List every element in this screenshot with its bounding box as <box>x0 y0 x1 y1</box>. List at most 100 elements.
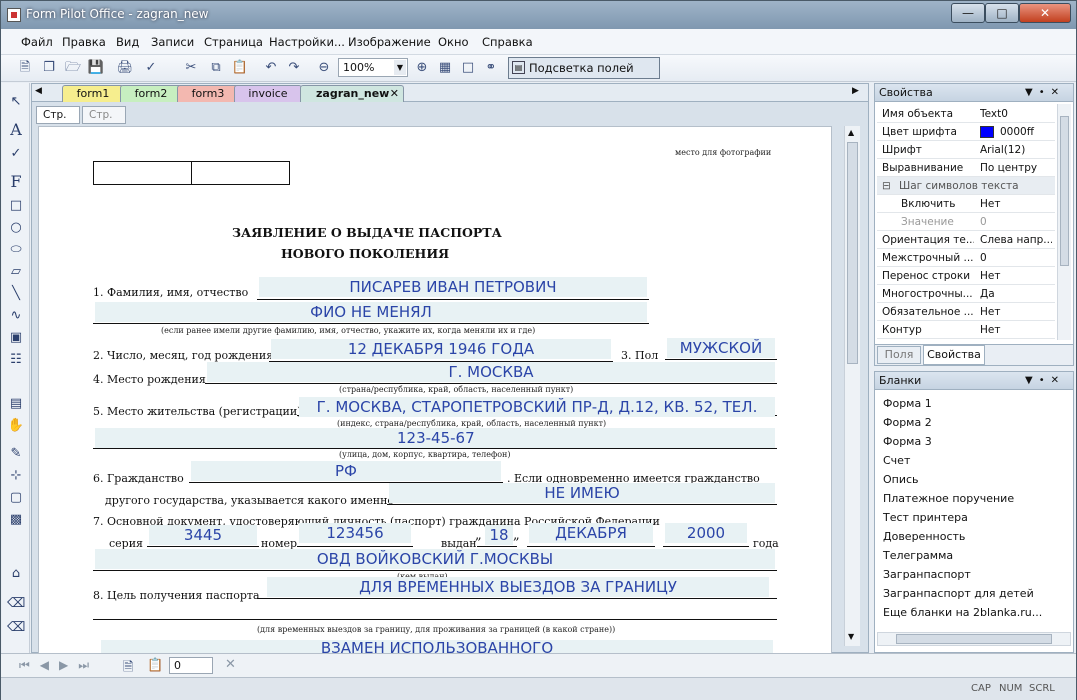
stamp-tool-icon[interactable]: ⌂ <box>7 565 25 583</box>
field-reason[interactable]: ВЗАМЕН ИСПОЛЬЗОВАННОГО <box>101 640 773 653</box>
field-issue-day[interactable]: 18 <box>485 525 513 545</box>
prop-row[interactable]: Выравнивание По центру <box>877 159 1055 177</box>
collapse-icon[interactable]: ⊟ <box>882 177 891 195</box>
blank-item[interactable]: Доверенность <box>883 530 965 543</box>
scroll-up-icon[interactable]: ▲ <box>848 128 854 137</box>
field-dob[interactable]: 12 ДЕКАБРЯ 1946 ГОДА <box>271 339 611 359</box>
blank-item[interactable]: Форма 3 <box>883 435 932 448</box>
record-list-icon[interactable]: 📋 <box>147 658 163 673</box>
save-icon[interactable]: 💾 <box>86 58 106 78</box>
print-icon[interactable]: 🖨 <box>115 58 135 78</box>
clear-tool-icon[interactable]: ⌫ <box>7 619 25 637</box>
crop-tool-icon[interactable]: ⊹ <box>7 467 25 485</box>
prop-value[interactable]: Нет <box>980 267 1052 285</box>
pane-controls-icon[interactable]: ▼•✕ <box>1025 372 1065 389</box>
field-series[interactable]: 3445 <box>149 525 257 545</box>
blank-item[interactable]: Тест принтера <box>883 511 968 524</box>
prop-value[interactable]: Да <box>980 285 1052 303</box>
tab-zagran-new[interactable]: zagran_new ✕ <box>300 85 404 102</box>
color-swatch[interactable] <box>980 126 994 138</box>
field-issue-year[interactable]: 2000 <box>665 523 747 543</box>
menu-file[interactable]: Файл <box>21 35 53 49</box>
hand-tool-icon[interactable]: ✋ <box>7 417 25 435</box>
tab-fields[interactable]: Поля <box>877 346 921 364</box>
open-icon[interactable]: 🗁 <box>63 58 83 78</box>
highlight-fields-button[interactable]: ▤Подсветка полей ввода <box>508 57 660 95</box>
field-address[interactable]: Г. МОСКВА, СТАРОПЕТРОВСКИЙ ПР-Д, Д.12, К… <box>299 397 775 417</box>
tab-form2[interactable]: form2 <box>120 85 182 102</box>
field-issuer[interactable]: ОВД ВОЙКОВСКИЙ Г.МОСКВЫ <box>95 549 775 569</box>
prop-value[interactable]: По центру <box>980 159 1052 177</box>
page-tab-1[interactable]: Стр. 1 <box>36 106 80 137</box>
mouse-icon[interactable]: ⚭ <box>481 58 501 78</box>
check-tool-icon[interactable]: ✓ <box>7 145 25 163</box>
cut-icon[interactable]: ✂ <box>181 58 201 78</box>
nav-arrows-icon[interactable]: ⏮◀▶⏭ <box>19 658 99 673</box>
prop-row[interactable]: Значение 0 <box>877 213 1055 231</box>
pointer-tool-icon[interactable]: ↖ <box>7 93 25 111</box>
field-sex[interactable]: МУЖСКОЙ <box>667 338 775 358</box>
eraser-tool-icon[interactable]: ⌫ <box>7 595 25 613</box>
prop-value[interactable]: 0 <box>980 249 1052 267</box>
close-button[interactable]: ✕ <box>1019 3 1071 23</box>
menu-records[interactable]: Записи <box>151 35 194 49</box>
undo-icon[interactable]: ↶ <box>261 58 281 78</box>
field-purpose[interactable]: ДЛЯ ВРЕМЕННЫХ ВЫЕЗДОВ ЗА ГРАНИЦУ <box>267 577 769 597</box>
menu-settings[interactable]: Настройки... <box>269 35 345 49</box>
prop-row[interactable]: Контур Нет <box>877 321 1055 339</box>
blanks-hscrollbar[interactable] <box>877 632 1071 646</box>
prop-row[interactable]: Имя объекта Text0 <box>877 105 1055 123</box>
tab-properties[interactable]: Свойства <box>923 345 985 365</box>
redo-icon[interactable]: ↷ <box>284 58 304 78</box>
prop-value[interactable]: Нет <box>980 303 1052 321</box>
field-fio-changes[interactable]: ФИО НЕ МЕНЯЛ <box>95 302 647 322</box>
ellipse-tool-icon[interactable]: ⬭ <box>7 241 25 259</box>
prop-value[interactable]: 0000ff <box>980 123 1052 141</box>
blank-item[interactable]: Телеграмма <box>883 549 953 562</box>
record-number-input[interactable]: 0 <box>169 657 213 674</box>
close-tab-icon[interactable]: ✕ <box>390 86 399 101</box>
scrollbar-thumb[interactable] <box>1060 116 1069 266</box>
menu-view[interactable]: Вид <box>116 35 139 49</box>
prop-row[interactable]: Обязательное ... Нет <box>877 303 1055 321</box>
zoom-select[interactable]: 100% ▼ <box>338 58 408 77</box>
prop-row[interactable]: Многострочны... Да <box>877 285 1055 303</box>
select-area-icon[interactable]: □ <box>458 58 478 78</box>
frame-tool-icon[interactable]: ▢ <box>7 489 25 507</box>
fill-tool-icon[interactable]: ▩ <box>7 511 25 529</box>
prop-group[interactable]: ⊟ Шаг символов текста <box>877 177 1055 195</box>
prop-value[interactable]: Слева напр... <box>980 231 1052 249</box>
blank-item[interactable]: Счет <box>883 454 910 467</box>
pane-controls-icon[interactable]: ▼•✕ <box>1025 84 1065 101</box>
menu-window[interactable]: Окно <box>438 35 469 49</box>
scrollbar-thumb[interactable] <box>847 142 858 364</box>
prop-row[interactable]: Межстрочный ... 0 <box>877 249 1055 267</box>
prop-row[interactable]: Шрифт Arial(12) <box>877 141 1055 159</box>
new-icon[interactable]: 🗎 <box>15 58 35 78</box>
prop-row[interactable]: Цвет шрифта 0000ff <box>877 123 1055 141</box>
prop-row[interactable]: Ориентация те... Слева напр... <box>877 231 1055 249</box>
tab-form1[interactable]: form1 <box>62 85 124 102</box>
field-phone[interactable]: 123-45-67 <box>95 428 775 448</box>
prop-row[interactable]: Перенос строки Нет <box>877 267 1055 285</box>
scrollbar-thumb[interactable] <box>896 634 1052 644</box>
blank-item[interactable]: Форма 1 <box>883 397 932 410</box>
grid-icon[interactable]: ▦ <box>435 58 455 78</box>
picture-tool-icon[interactable]: ▤ <box>7 395 25 413</box>
blank-item[interactable]: Опись <box>883 473 919 486</box>
zoom-out-icon[interactable]: ⊖ <box>314 58 334 78</box>
blank-item[interactable]: Форма 2 <box>883 416 932 429</box>
tab-invoice[interactable]: invoice <box>234 85 302 102</box>
rectangle-tool-icon[interactable]: □ <box>7 197 25 215</box>
field-tool-icon[interactable]: F <box>7 173 25 191</box>
prop-value[interactable]: Text0 <box>980 105 1052 123</box>
tab-scroll-left-icon[interactable]: ◀ <box>35 86 42 96</box>
tab-form3[interactable]: form3 <box>177 85 239 102</box>
spellcheck-icon[interactable]: ✓ <box>141 58 161 78</box>
prop-row[interactable]: Включить Нет <box>877 195 1055 213</box>
circle-tool-icon[interactable]: ○ <box>7 219 25 237</box>
field-fio[interactable]: ПИСАРЕВ ИВАН ПЕТРОВИЧ <box>259 277 647 297</box>
blank-item[interactable]: Еще бланки на 2blanka.ru... <box>883 606 1042 619</box>
vertical-scrollbar[interactable]: ▲ ▼ <box>844 126 860 646</box>
blank-item[interactable]: Загранпаспорт для детей <box>883 587 1034 600</box>
